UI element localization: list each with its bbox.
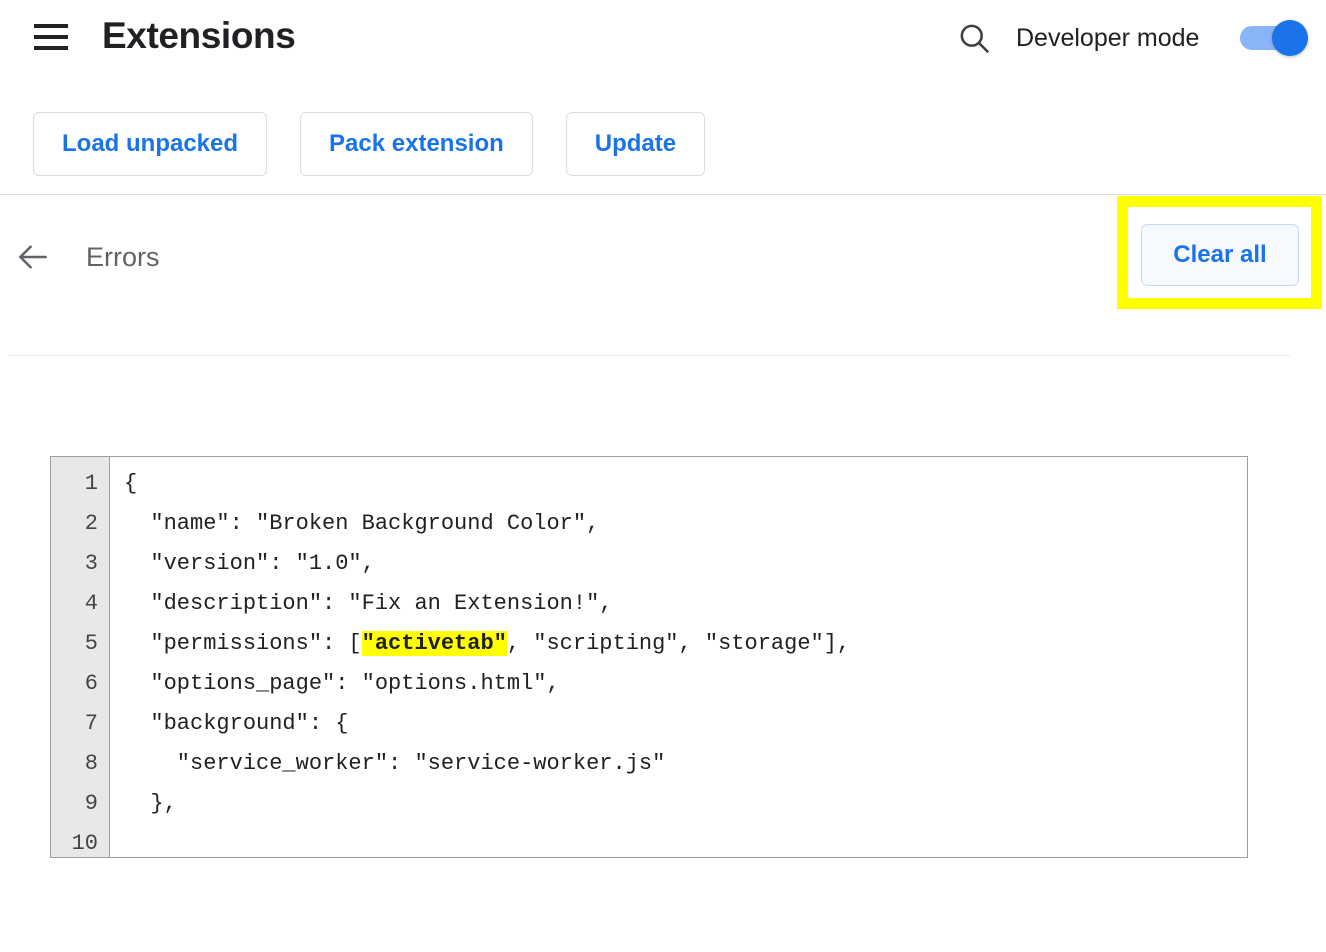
code-line: "background": { xyxy=(124,711,349,736)
toggle-knob xyxy=(1272,20,1308,56)
back-arrow-icon[interactable] xyxy=(14,238,52,276)
hamburger-menu-icon[interactable] xyxy=(34,22,70,52)
code-line: "version": "1.0", xyxy=(124,551,375,576)
code-line-number: 9 xyxy=(84,791,98,816)
action-button-row: Load unpacked Pack extension Update xyxy=(33,112,706,176)
top-toolbar: Extensions Developer mode xyxy=(0,0,1326,75)
code-line-number: 7 xyxy=(84,711,98,736)
code-highlight: "activetab" xyxy=(361,631,507,656)
code-line-number: 10 xyxy=(71,831,98,856)
code-line-number: 5 xyxy=(84,631,98,656)
code-line-number: 6 xyxy=(84,671,98,696)
code-line: "options_page": "options.html", xyxy=(124,671,560,696)
code-line: }, xyxy=(124,791,177,816)
update-button[interactable]: Update xyxy=(565,112,706,176)
code-line: "permissions": ["activetab", "scripting"… xyxy=(124,631,851,656)
clear-all-button[interactable]: Clear all xyxy=(1141,224,1299,286)
pack-extension-button[interactable]: Pack extension xyxy=(300,112,533,176)
load-unpacked-button[interactable]: Load unpacked xyxy=(33,112,268,176)
code-line: "name": "Broken Background Color", xyxy=(124,511,600,536)
code-line-number: 3 xyxy=(84,551,98,576)
code-line-number: 4 xyxy=(84,591,98,616)
page-title: Extensions xyxy=(102,15,296,56)
errors-header: Errors xyxy=(0,200,1326,312)
code-line: "service_worker": "service-worker.js" xyxy=(124,751,666,776)
code-text-area[interactable]: { "name": "Broken Background Color", "ve… xyxy=(110,457,1247,857)
error-list-item: Permission 'activetab' is unknown or URL… xyxy=(0,356,1326,798)
developer-mode-toggle[interactable] xyxy=(1240,20,1308,56)
hamburger-bar xyxy=(34,24,68,28)
code-line: { xyxy=(124,471,138,496)
hamburger-bar xyxy=(34,46,68,50)
hamburger-bar xyxy=(34,35,68,39)
code-line-number: 8 xyxy=(84,751,98,776)
manifest-code-block: 1 2 3 4 5 6 7 8 9 10 { "name": "Broken B… xyxy=(50,456,1248,858)
extensions-errors-page: Extensions Developer mode Load unpacked … xyxy=(0,0,1326,952)
code-line-number: 1 xyxy=(84,471,98,496)
code-line-number: 2 xyxy=(84,511,98,536)
developer-mode-label: Developer mode xyxy=(1016,24,1200,52)
code-line: "description": "Fix an Extension!", xyxy=(124,591,613,616)
toolbar-divider xyxy=(0,194,1326,195)
errors-title: Errors xyxy=(86,242,160,272)
search-icon[interactable] xyxy=(956,20,992,56)
code-line-number-gutter: 1 2 3 4 5 6 7 8 9 10 xyxy=(51,457,110,857)
